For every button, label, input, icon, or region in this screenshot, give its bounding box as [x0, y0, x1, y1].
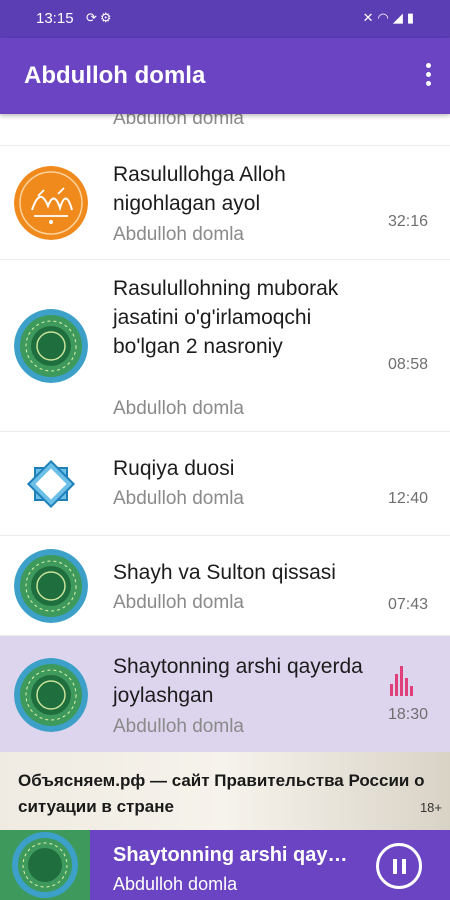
track-duration: 08:58	[387, 356, 428, 373]
track-list[interactable]: Abdulloh domla Rasulullohga Alloh nigohl…	[0, 114, 450, 752]
wifi-icon: ◠	[377, 10, 393, 25]
pause-button[interactable]	[376, 843, 422, 889]
track-art-ornament	[14, 549, 88, 623]
list-item[interactable]: Rasulullohga Alloh nigohlagan ayol Abdul…	[0, 146, 450, 260]
track-title: Shaytonning arshi qayerda joylashgan	[113, 655, 363, 707]
list-item[interactable]: Abdulloh domla	[0, 114, 450, 146]
more-vert-icon[interactable]	[420, 60, 436, 92]
track-author: Abdulloh domla	[113, 398, 244, 419]
track-art-star	[14, 447, 88, 521]
track-art-ornament	[14, 658, 88, 732]
page-title: Abdulloh domla	[24, 62, 206, 89]
list-item[interactable]: Ruqiya duosi Abdulloh domla 12:40	[0, 432, 450, 536]
sync-icon: ⟳	[86, 10, 100, 25]
ad-banner[interactable]: Объясняем.рф — сайт Правительства России…	[0, 752, 450, 830]
equalizer-icon	[390, 666, 413, 696]
player-title: Shaytonning arshi qayerda joylashgan	[113, 844, 358, 866]
settings-icon: ⚙	[99, 10, 115, 25]
track-author: Abdulloh domla	[113, 716, 244, 737]
track-author: Abdulloh domla	[113, 114, 244, 129]
track-art-calligraphy	[14, 166, 88, 240]
track-duration: 18:30	[387, 706, 428, 723]
list-item[interactable]: Shayh va Sulton qissasi Abdulloh domla 0…	[0, 536, 450, 636]
track-duration: 07:43	[387, 596, 428, 613]
track-title: Rasulullohning muborak jasatini o'g'irla…	[113, 277, 339, 358]
status-right-icons: ✕◠◢▮	[363, 10, 418, 26]
player-subtitle: Abdulloh domla	[113, 874, 238, 894]
ad-age-label: 18+	[419, 800, 442, 815]
list-item-playing[interactable]: Shaytonning arshi qayerda joylashgan Abd…	[0, 636, 450, 752]
mute-icon: ✕	[362, 10, 378, 25]
mini-player[interactable]: Shaytonning arshi qayerda joylashgan Abd…	[0, 830, 450, 900]
list-item[interactable]: Rasulullohning muborak jasatini o'g'irla…	[0, 260, 450, 432]
track-duration: 12:40	[387, 490, 428, 507]
status-bar: 13:15 ⟳⚙ ✕◠◢▮	[0, 0, 450, 38]
ad-text: Объясняем.рф — сайт Правительства России…	[18, 771, 425, 816]
track-duration: 32:16	[387, 213, 428, 230]
track-author: Abdulloh domla	[113, 224, 244, 245]
status-time: 13:15	[36, 10, 74, 27]
track-art-ornament	[14, 309, 88, 383]
status-left-icons: ⟳⚙	[86, 10, 115, 26]
app-bar: Abdulloh domla	[0, 38, 450, 114]
pause-icon	[393, 859, 397, 874]
track-title: Rasulullohga Alloh nigohlagan ayol	[113, 163, 286, 215]
track-title: Shayh va Sulton qissasi	[113, 561, 336, 584]
track-title: Ruqiya duosi	[113, 457, 235, 480]
player-artwork	[0, 830, 90, 900]
track-author: Abdulloh domla	[113, 488, 244, 509]
signal-icon: ◢	[392, 10, 407, 25]
battery-icon: ▮	[406, 10, 418, 25]
track-author: Abdulloh domla	[113, 592, 244, 613]
